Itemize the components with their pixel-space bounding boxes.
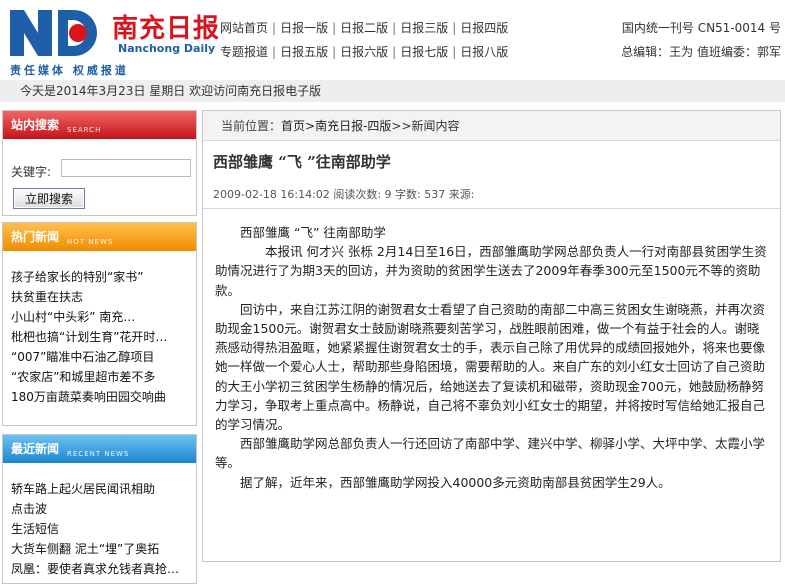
- hot-news-item[interactable]: 小山村“中头彩” 南充…: [11, 307, 193, 327]
- nav-separator: |: [392, 21, 397, 35]
- hot-news-title-en: HOT NEWS: [67, 238, 114, 246]
- search-box-title-en: SEARCH: [67, 126, 102, 134]
- article-panel: 当前位置：首页>南充日报-四版>>新闻内容 西部雏鹰 “飞 ”往南部助学 200…: [202, 110, 781, 562]
- article-paragraph: 回访中，来自江苏江阴的谢贺君女士看望了自己资助的南部二中高三贫困女生谢晓燕，并再…: [215, 301, 766, 433]
- nav-daily-page-1[interactable]: 日报一版: [280, 21, 328, 35]
- recent-news-item[interactable]: 生活短信: [11, 519, 193, 539]
- nav-home[interactable]: 网站首页: [220, 21, 268, 35]
- date-welcome-bar: 今天是2014年3月23日 星期日 欢迎访问南充日报电子版: [0, 80, 785, 102]
- search-now-button[interactable]: 立即搜索: [13, 188, 85, 209]
- nav-daily-page-5[interactable]: 日报五版: [280, 45, 328, 59]
- article-paragraph: 西部雏鹰 “飞” 往南部助学: [240, 225, 386, 240]
- search-box-title: 站内搜索: [11, 118, 60, 132]
- hot-news-list: 孩子给家长的特别“家书” 扶贫重在扶志 小山村“中头彩” 南充… 枇杷也搞“计划…: [3, 251, 196, 407]
- hot-news-item[interactable]: 孩子给家长的特别“家书”: [11, 267, 193, 287]
- recent-news-item[interactable]: 轿车路上起火居民闻讯相助: [11, 479, 193, 499]
- nav-daily-page-3[interactable]: 日报三版: [400, 21, 448, 35]
- article-title: 西部雏鹰 “飞 ”往南部助学: [213, 153, 391, 171]
- recent-news-list: 轿车路上起火居民闻讯相助 点击波 生活短信 大货车侧翻 泥土“埋”了奥拓 凤凰：…: [3, 463, 196, 579]
- recent-news-title-en: RECENT NEWS: [67, 450, 130, 458]
- logo-english-name: Nanchong Daily: [118, 42, 216, 55]
- hot-news-item[interactable]: 扶贫重在扶志: [11, 287, 193, 307]
- nav-daily-page-7[interactable]: 日报七版: [400, 45, 448, 59]
- logo-chinese-name: 南充日报: [112, 14, 221, 44]
- site-search-box: 站内搜索 SEARCH 关键字: 立即搜索: [2, 110, 197, 216]
- nav-separator: |: [332, 45, 337, 59]
- hot-news-item[interactable]: “农家店”和城里超市差不多: [11, 367, 193, 387]
- nav-separator: |: [332, 21, 337, 35]
- article-body: 西部雏鹰 “飞” 往南部助学 本报讯 何才兴 张栎 2月14日至16日，西部雏鹰…: [215, 223, 771, 492]
- keyword-search-input[interactable]: [61, 159, 191, 177]
- recent-news-item[interactable]: 大货车侧翻 泥土“埋”了奥拓: [11, 539, 193, 559]
- meta-divider: [203, 208, 780, 209]
- nav-special-reports[interactable]: 专题报道: [220, 45, 268, 59]
- nav-separator: |: [272, 45, 277, 59]
- nd-logo-mark-icon: [10, 10, 97, 56]
- logo-slogan: 责任媒体 权威报道: [10, 64, 129, 77]
- editor-info: 总编辑：王为 值班编委：郭军: [621, 45, 781, 59]
- recent-news-header: 最近新闻 RECENT NEWS: [3, 435, 196, 463]
- top-nav-row-1: 网站首页 | 日报一版 | 日报二版 | 日报三版 | 日报四版: [220, 18, 508, 38]
- breadcrumb-current: >>新闻内容: [391, 119, 460, 133]
- recent-news-box: 最近新闻 RECENT NEWS 轿车路上起火居民闻讯相助 点击波 生活短信 大货…: [2, 434, 197, 584]
- hot-news-item[interactable]: 180万亩蔬菜奏响田园交响曲: [11, 387, 193, 407]
- hot-news-header: 热门新闻 HOT NEWS: [3, 223, 196, 251]
- article-meta: 2009-02-18 16:14:02 阅读次数: 9 字数: 537 来源:: [213, 188, 475, 201]
- nav-daily-page-8[interactable]: 日报八版: [460, 45, 508, 59]
- recent-news-item[interactable]: 凤凰：要使者真求允钱者真抢…: [11, 559, 193, 579]
- nav-daily-page-4[interactable]: 日报四版: [460, 21, 508, 35]
- breadcrumb-path-link[interactable]: 首页>南充日报-四版: [281, 119, 391, 133]
- nav-daily-page-6[interactable]: 日报六版: [340, 45, 388, 59]
- nav-separator: |: [392, 45, 397, 59]
- recent-news-title: 最近新闻: [11, 442, 60, 456]
- recent-news-item[interactable]: 点击波: [11, 499, 193, 519]
- nav-separator: |: [452, 21, 457, 35]
- nav-daily-page-2[interactable]: 日报二版: [340, 21, 388, 35]
- keyword-label: 关键字:: [11, 165, 52, 179]
- breadcrumb-prefix: 当前位置：: [221, 119, 282, 133]
- issn-info: 国内统一刊号 CN51-0014 号: [621, 21, 781, 35]
- article-paragraph: 本报讯 何才兴 张栎 2月14日至16日，西部雏鹰助学网总部负责人一行对南部县贫…: [215, 244, 767, 298]
- nav-separator: |: [452, 45, 457, 59]
- hot-news-item[interactable]: “007”瞄准中石油乙醇项目: [11, 347, 193, 367]
- nav-separator: |: [272, 21, 277, 35]
- site-header: 南充日报 Nanchong Daily 责任媒体 权威报道 网站首页 | 日报一版 |…: [0, 0, 785, 80]
- hot-news-item[interactable]: 枇杷也搞“计划生育”花开时…: [11, 327, 193, 347]
- breadcrumb: 当前位置：首页>南充日报-四版>>新闻内容: [203, 111, 780, 141]
- article-paragraph: 据了解，近年来，西部雏鹰助学网投入40000多元资助南部县贫困学生29人。: [240, 474, 671, 490]
- hot-news-box: 热门新闻 HOT NEWS 孩子给家长的特别“家书” 扶贫重在扶志 小山村“中头彩…: [2, 222, 197, 426]
- search-box-header: 站内搜索 SEARCH: [3, 111, 196, 139]
- top-nav-row-2: 专题报道 | 日报五版 | 日报六版 | 日报七版 | 日报八版: [220, 42, 508, 62]
- article-paragraph: 西部雏鹰助学网总部负责人一行还回访了南部中学、建兴中学、柳驿小学、大坪中学、太霞…: [215, 436, 766, 471]
- hot-news-title: 热门新闻: [11, 230, 60, 244]
- site-logo[interactable]: 南充日报 Nanchong Daily 责任媒体 权威报道: [4, 4, 219, 78]
